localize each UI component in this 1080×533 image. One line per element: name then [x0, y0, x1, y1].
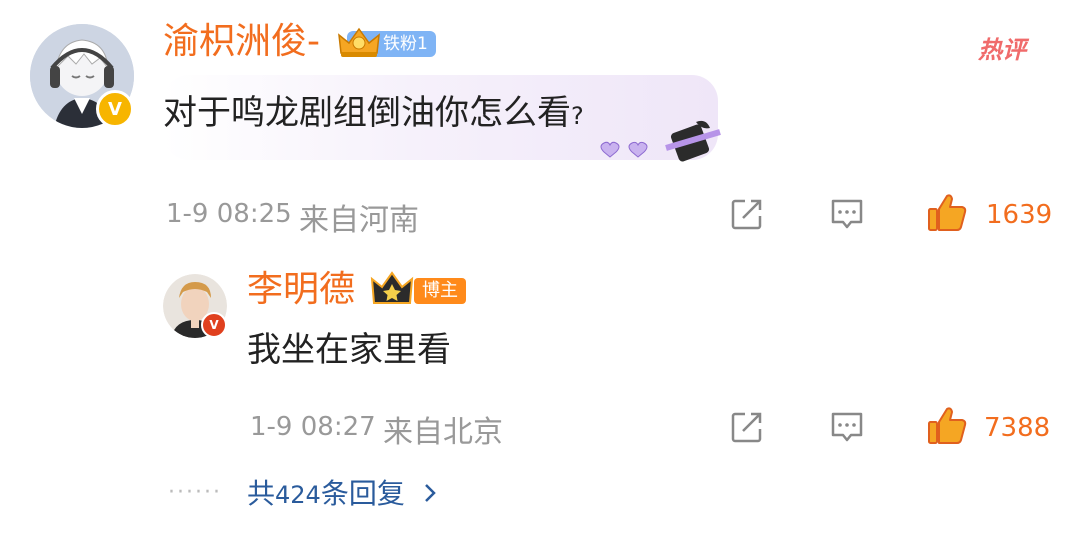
verified-icon: V: [201, 312, 227, 338]
reply-avatar[interactable]: V: [163, 274, 227, 338]
main-username[interactable]: 渝枳洲俊-: [163, 24, 320, 60]
more-replies-link[interactable]: 共424条回复: [247, 472, 440, 512]
crown-icon: [370, 271, 414, 304]
share-icon[interactable]: [729, 409, 765, 445]
comment-icon[interactable]: [829, 196, 865, 232]
user-avatar[interactable]: V: [30, 24, 134, 128]
hot-comment-tag: 热评: [978, 36, 1026, 64]
main-comment-text: 对于鸣龙剧组倒油你怎么看?: [163, 93, 584, 133]
chevron-right-icon: [424, 484, 436, 502]
verified-icon: V: [96, 90, 134, 128]
reply-time: 1-9 08:27: [250, 412, 376, 442]
like-icon[interactable]: [926, 405, 968, 447]
blogger-badge: 博主: [370, 271, 466, 309]
reply-like-count: 7388: [984, 413, 1051, 443]
reply-username[interactable]: 李明德: [247, 272, 355, 308]
crown-icon: [338, 27, 380, 57]
share-icon[interactable]: [729, 196, 765, 232]
main-comment-time: 1-9 08:25: [166, 199, 292, 229]
divider-dots: ······: [168, 480, 222, 505]
like-icon[interactable]: [926, 192, 968, 234]
reply-location: 来自北京: [383, 415, 503, 450]
fan-badge[interactable]: 铁粉1: [335, 25, 445, 61]
bubble-decoration-icon: [600, 120, 721, 162]
main-like-count: 1639: [986, 200, 1053, 230]
comment-icon[interactable]: [829, 409, 865, 445]
main-comment-location: 来自河南: [299, 203, 419, 238]
blogger-badge-label: 博主: [414, 278, 466, 304]
reply-text: 我坐在家里看: [247, 330, 451, 370]
